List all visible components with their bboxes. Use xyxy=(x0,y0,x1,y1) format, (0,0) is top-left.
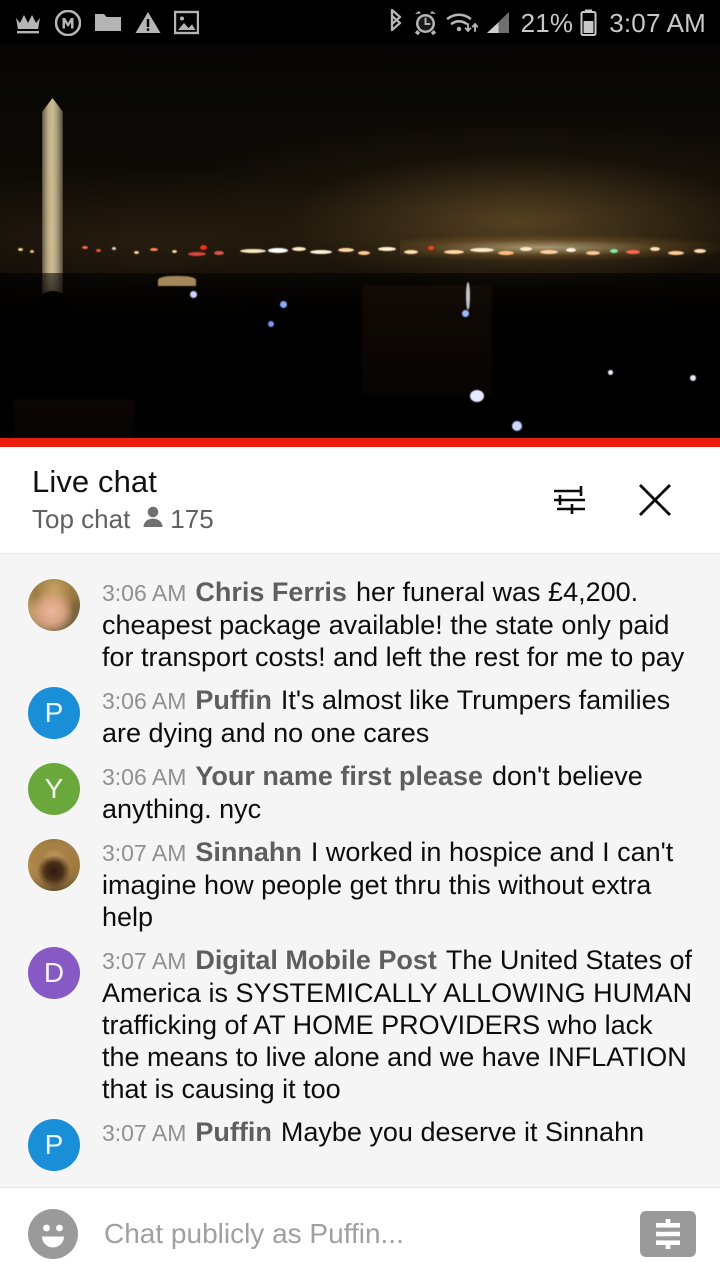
message-body: 3:07 AM Puffin Maybe you deserve it Sinnah… xyxy=(102,1115,696,1149)
alarm-clock-icon xyxy=(412,9,439,36)
chat-message-list[interactable]: 3:06 AM Chris Ferris her funeral was £4,20… xyxy=(0,554,720,1187)
message-text: I worked in hospice and I can't imagine … xyxy=(102,837,674,932)
video-progress-bar[interactable] xyxy=(0,438,720,447)
live-chat-header: Live chat Top chat 175 xyxy=(0,447,720,554)
live-chat-title: Live chat xyxy=(32,464,157,500)
avatar-initial: D xyxy=(43,957,65,988)
table-row[interactable]: D 3:07 AM Digital Mobile Post The United S… xyxy=(0,938,720,1110)
blue-light-4 xyxy=(268,321,274,327)
message-timestamp: 3:07 AM xyxy=(102,1120,187,1146)
bright-light-2 xyxy=(512,421,522,431)
city-lights xyxy=(0,233,720,269)
phone-screen: 21% 3:07 AM Live chat Top chat 175 3:06 … xyxy=(0,0,720,1280)
message-author[interactable]: Chris Ferris xyxy=(195,577,347,607)
message-timestamp: 3:07 AM xyxy=(102,840,187,866)
status-bar: 21% 3:07 AM xyxy=(0,0,720,45)
avatar-initial: Y xyxy=(44,773,64,804)
crown-icon xyxy=(14,11,42,35)
bright-light-4 xyxy=(690,375,696,381)
message-body: 3:06 AM Your name first please don't belie… xyxy=(102,759,696,825)
message-author[interactable]: Sinnahn xyxy=(195,837,302,867)
table-row[interactable]: Y 3:06 AM Your name first please don't bel… xyxy=(0,754,720,830)
chat-header-titles: Live chat Top chat 175 xyxy=(32,466,546,534)
person-icon xyxy=(142,505,164,534)
bright-light-1 xyxy=(470,390,484,402)
image-icon xyxy=(174,10,199,35)
message-author[interactable]: Digital Mobile Post xyxy=(195,945,437,975)
chat-header-actions xyxy=(546,477,696,523)
tune-sliders-icon[interactable] xyxy=(546,477,592,523)
status-bar-notification-icons xyxy=(14,9,199,36)
viewer-count-label: 175 xyxy=(170,503,214,534)
chat-mode-label[interactable]: Top chat xyxy=(32,505,130,533)
avatar[interactable]: D xyxy=(28,947,80,999)
message-timestamp: 3:07 AM xyxy=(102,948,187,974)
message-text: It's almost like Trumpers families are d… xyxy=(102,685,671,748)
video-progress-fill xyxy=(0,438,720,447)
wifi-icon xyxy=(446,9,478,36)
avatar[interactable] xyxy=(28,579,80,631)
cellular-signal-icon xyxy=(485,10,511,35)
message-text: her funeral was £4,200. cheapest package… xyxy=(102,577,685,672)
dollar-ticket-icon[interactable] xyxy=(640,1211,696,1257)
blue-light-2 xyxy=(190,291,197,298)
chat-input[interactable] xyxy=(104,1218,624,1250)
message-body: 3:06 AM Puffin It's almost like Trumpers f… xyxy=(102,683,696,749)
message-body: 3:07 AM Sinnahn I worked in hospice and I … xyxy=(102,835,696,933)
message-body: 3:06 AM Chris Ferris her funeral was £4,20… xyxy=(102,575,696,673)
smiley-face-icon[interactable] xyxy=(28,1209,78,1259)
table-row[interactable]: P 3:07 AM Puffin Maybe you deserve it Sinn… xyxy=(0,1110,720,1176)
avatar[interactable]: P xyxy=(28,687,80,739)
chat-header-subtitle: Top chat 175 xyxy=(32,505,546,534)
blue-light-3 xyxy=(280,301,287,308)
warning-triangle-icon xyxy=(135,11,161,34)
folder-icon xyxy=(94,11,122,34)
message-author[interactable]: Puffin xyxy=(195,685,271,715)
message-timestamp: 3:06 AM xyxy=(102,764,187,790)
avatar[interactable]: P xyxy=(28,1119,80,1171)
blue-light-1 xyxy=(462,310,469,317)
close-x-icon[interactable] xyxy=(632,477,678,523)
table-row[interactable]: P 3:06 AM Puffin It's almost like Trumpers… xyxy=(0,678,720,754)
table-row[interactable]: 3:07 AM Sinnahn I worked in hospice and I … xyxy=(0,830,720,938)
battery-icon xyxy=(580,9,597,36)
m-badge-icon xyxy=(55,9,81,36)
avatar-initial: P xyxy=(44,697,64,728)
chat-input-bar xyxy=(0,1187,720,1280)
video-player[interactable] xyxy=(0,45,720,447)
message-author[interactable]: Your name first please xyxy=(195,761,483,791)
avatar[interactable] xyxy=(28,839,80,891)
status-bar-clock: 3:07 AM xyxy=(609,7,706,38)
avatar[interactable]: Y xyxy=(28,763,80,815)
message-timestamp: 3:06 AM xyxy=(102,688,187,714)
bluetooth-icon xyxy=(387,8,405,37)
message-text: Maybe you deserve it Sinnahn xyxy=(280,1117,645,1147)
distant-building xyxy=(362,285,492,395)
memorial-dome xyxy=(158,276,196,286)
message-timestamp: 3:06 AM xyxy=(102,580,187,606)
message-body: 3:07 AM Digital Mobile Post The United Sta… xyxy=(102,943,696,1105)
table-row[interactable]: 3:06 AM Chris Ferris her funeral was £4,20… xyxy=(0,570,720,678)
status-bar-system-icons: 21% 3:07 AM xyxy=(387,7,706,38)
avatar-initial: P xyxy=(44,1129,64,1160)
viewer-count-group: 175 xyxy=(142,503,214,534)
battery-percent-label: 21% xyxy=(520,7,574,38)
mast-light xyxy=(466,282,470,310)
bright-light-5 xyxy=(608,370,613,375)
message-author[interactable]: Puffin xyxy=(195,1117,271,1147)
